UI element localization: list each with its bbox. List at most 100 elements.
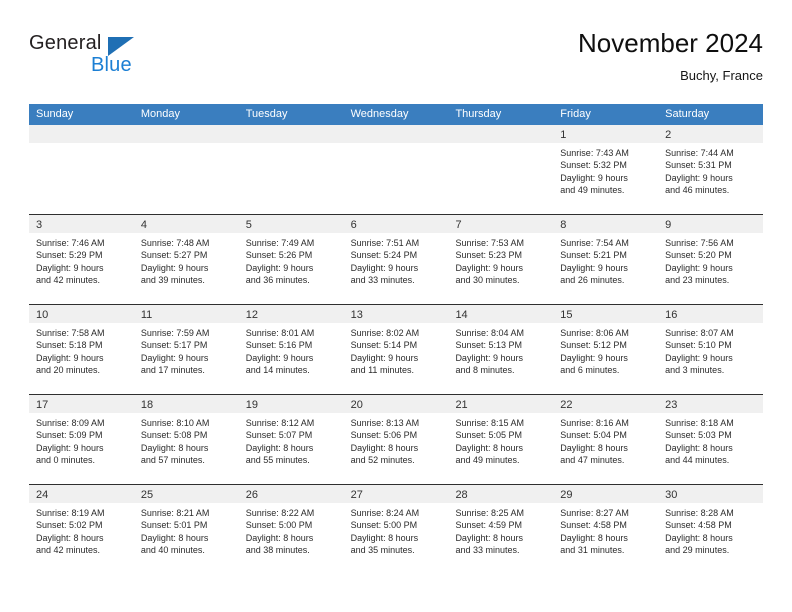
sunrise-text: Sunrise: 7:56 AM bbox=[665, 238, 734, 248]
day-cell[interactable]: 23 Sunrise: 8:18 AM Sunset: 5:03 PM Dayligh… bbox=[658, 395, 764, 484]
sunrise-text: Sunrise: 8:19 AM bbox=[36, 508, 105, 518]
day-number: 30 bbox=[665, 489, 678, 501]
day-cell[interactable]: 2 Sunrise: 7:44 AM Sunset: 5:31 PM Daylight… bbox=[658, 125, 764, 214]
day-info: Sunrise: 7:59 AM Sunset: 5:17 PM Daylight:… bbox=[134, 323, 239, 377]
day-cell[interactable]: 10 Sunrise: 7:58 AM Sunset: 5:18 PM Dayligh… bbox=[29, 305, 134, 394]
general-blue-logo[interactable]: General Blue bbox=[29, 32, 169, 88]
day-cell[interactable]: 21 Sunrise: 8:15 AM Sunset: 5:05 PM Dayligh… bbox=[448, 395, 554, 484]
weekday-header-sunday: Sunday bbox=[36, 108, 74, 120]
day-cell[interactable]: 16 Sunrise: 8:07 AM Sunset: 5:10 PM Dayligh… bbox=[658, 305, 764, 394]
day-number: 15 bbox=[560, 309, 573, 321]
day-cell[interactable]: 27 Sunrise: 8:24 AM Sunset: 5:00 PM Dayligh… bbox=[343, 485, 449, 574]
day-info: Sunrise: 8:12 AM Sunset: 5:07 PM Daylight:… bbox=[239, 413, 344, 467]
day-number-band: 1 bbox=[553, 125, 659, 143]
day-number: 11 bbox=[140, 309, 153, 321]
day-cell[interactable]: 7 Sunrise: 7:53 AM Sunset: 5:23 PM Daylight… bbox=[448, 215, 554, 304]
daylight-text-line1: Daylight: 9 hours bbox=[36, 352, 104, 363]
day-cell[interactable]: 9 Sunrise: 7:56 AM Sunset: 5:20 PM Daylight… bbox=[658, 215, 764, 304]
daylight-text-line2: and 46 minutes. bbox=[665, 185, 730, 196]
day-number-band bbox=[343, 125, 449, 143]
day-cell[interactable]: 8 Sunrise: 7:54 AM Sunset: 5:21 PM Daylight… bbox=[553, 215, 659, 304]
day-cell[interactable]: 5 Sunrise: 7:49 AM Sunset: 5:26 PM Daylight… bbox=[238, 215, 344, 304]
day-cell[interactable]: 28 Sunrise: 8:25 AM Sunset: 4:59 PM Dayligh… bbox=[448, 485, 554, 574]
daylight-text-line2: and 6 minutes. bbox=[560, 365, 620, 376]
sunrise-text: Sunrise: 8:10 AM bbox=[140, 418, 210, 428]
day-cell[interactable]: 1 Sunrise: 7:43 AM Sunset: 5:32 PM Daylight… bbox=[553, 125, 659, 214]
day-number: 13 bbox=[350, 309, 363, 321]
daylight-text-line1: Daylight: 8 hours bbox=[665, 442, 733, 453]
day-cell[interactable]: 4 Sunrise: 7:48 AM Sunset: 5:27 PM Daylight… bbox=[133, 215, 239, 304]
day-info: Sunrise: 8:04 AM Sunset: 5:13 PM Daylight:… bbox=[448, 323, 553, 377]
day-number: 7 bbox=[455, 219, 462, 231]
daylight-text-line1: Daylight: 9 hours bbox=[560, 352, 628, 363]
day-cell[interactable]: 29 Sunrise: 8:27 AM Sunset: 4:58 PM Dayligh… bbox=[553, 485, 659, 574]
sunset-text: Sunset: 5:14 PM bbox=[350, 340, 418, 351]
daylight-text-line2: and 11 minutes. bbox=[350, 365, 414, 376]
daylight-text-line1: Daylight: 9 hours bbox=[665, 352, 733, 363]
sunset-text: Sunset: 4:58 PM bbox=[560, 520, 627, 531]
daylight-text-line1: Daylight: 8 hours bbox=[560, 532, 628, 543]
sunrise-text: Sunrise: 8:21 AM bbox=[140, 508, 210, 518]
day-number: 23 bbox=[665, 399, 678, 411]
day-info: Sunrise: 7:48 AM Sunset: 5:27 PM Daylight:… bbox=[134, 233, 239, 287]
day-cell-empty bbox=[133, 125, 239, 214]
daylight-text-line1: Daylight: 9 hours bbox=[455, 352, 523, 363]
weekday-header-saturday: Saturday bbox=[665, 108, 710, 120]
day-number: 6 bbox=[350, 219, 357, 231]
day-number: 22 bbox=[560, 399, 573, 411]
day-cell[interactable]: 18 Sunrise: 8:10 AM Sunset: 5:08 PM Dayligh… bbox=[133, 395, 239, 484]
day-number: 9 bbox=[665, 219, 672, 231]
sunset-text: Sunset: 5:06 PM bbox=[350, 430, 418, 441]
day-cell[interactable]: 26 Sunrise: 8:22 AM Sunset: 5:00 PM Dayligh… bbox=[238, 485, 344, 574]
daylight-text-line2: and 39 minutes. bbox=[140, 275, 205, 286]
day-cell[interactable]: 6 Sunrise: 7:51 AM Sunset: 5:24 PM Daylight… bbox=[343, 215, 449, 304]
day-number-band bbox=[448, 125, 554, 143]
day-number-band: 30 bbox=[658, 485, 764, 503]
daylight-text-line1: Daylight: 9 hours bbox=[36, 442, 104, 453]
day-cell[interactable]: 12 Sunrise: 8:01 AM Sunset: 5:16 PM Dayligh… bbox=[238, 305, 344, 394]
calendar-week-row: 1 Sunrise: 7:43 AM Sunset: 5:32 PM Daylight… bbox=[29, 125, 764, 214]
daylight-text-line2: and 14 minutes. bbox=[245, 365, 310, 376]
daylight-text-line1: Daylight: 8 hours bbox=[455, 442, 523, 453]
day-cell[interactable]: 17 Sunrise: 8:09 AM Sunset: 5:09 PM Dayligh… bbox=[29, 395, 134, 484]
daylight-text-line2: and 3 minutes. bbox=[665, 365, 725, 376]
daylight-text-line1: Daylight: 9 hours bbox=[560, 172, 628, 183]
day-cell[interactable]: 20 Sunrise: 8:13 AM Sunset: 5:06 PM Dayligh… bbox=[343, 395, 449, 484]
day-number-band: 20 bbox=[343, 395, 449, 413]
day-info: Sunrise: 8:13 AM Sunset: 5:06 PM Daylight:… bbox=[344, 413, 449, 467]
day-number-band: 15 bbox=[553, 305, 659, 323]
daylight-text-line2: and 33 minutes. bbox=[455, 545, 520, 556]
day-cell[interactable]: 11 Sunrise: 7:59 AM Sunset: 5:17 PM Dayligh… bbox=[133, 305, 239, 394]
page-header: General Blue November 2024 Buchy, France bbox=[29, 28, 763, 98]
title-block: November 2024 Buchy, France bbox=[578, 28, 763, 83]
day-cell[interactable]: 25 Sunrise: 8:21 AM Sunset: 5:01 PM Dayligh… bbox=[133, 485, 239, 574]
day-cell[interactable]: 24 Sunrise: 8:19 AM Sunset: 5:02 PM Dayligh… bbox=[29, 485, 134, 574]
day-cell[interactable]: 15 Sunrise: 8:06 AM Sunset: 5:12 PM Dayligh… bbox=[553, 305, 659, 394]
logo-text-blue: Blue bbox=[91, 54, 132, 76]
day-number: 4 bbox=[140, 219, 147, 231]
day-info: Sunrise: 8:02 AM Sunset: 5:14 PM Daylight:… bbox=[344, 323, 449, 377]
day-number-band: 26 bbox=[238, 485, 344, 503]
daylight-text-line2: and 29 minutes. bbox=[665, 545, 730, 556]
day-cell[interactable]: 14 Sunrise: 8:04 AM Sunset: 5:13 PM Dayligh… bbox=[448, 305, 554, 394]
calendar-week-row: 10 Sunrise: 7:58 AM Sunset: 5:18 PM Dayligh… bbox=[29, 304, 764, 394]
day-cell[interactable]: 3 Sunrise: 7:46 AM Sunset: 5:29 PM Daylight… bbox=[29, 215, 134, 304]
sunrise-text: Sunrise: 8:18 AM bbox=[665, 418, 734, 428]
daylight-text-line2: and 49 minutes. bbox=[455, 455, 520, 466]
sunrise-text: Sunrise: 7:53 AM bbox=[455, 238, 524, 248]
day-cell[interactable]: 19 Sunrise: 8:12 AM Sunset: 5:07 PM Dayligh… bbox=[238, 395, 344, 484]
day-cell[interactable]: 22 Sunrise: 8:16 AM Sunset: 5:04 PM Dayligh… bbox=[553, 395, 659, 484]
sunset-text: Sunset: 5:02 PM bbox=[36, 520, 103, 531]
page-title: November 2024 bbox=[578, 28, 763, 58]
sunset-text: Sunset: 4:58 PM bbox=[665, 520, 732, 531]
daylight-text-line2: and 33 minutes. bbox=[350, 275, 415, 286]
day-info: Sunrise: 7:58 AM Sunset: 5:18 PM Daylight:… bbox=[29, 323, 134, 377]
day-number-band: 27 bbox=[343, 485, 449, 503]
daylight-text-line1: Daylight: 9 hours bbox=[350, 352, 419, 363]
day-info: Sunrise: 7:44 AM Sunset: 5:31 PM Daylight:… bbox=[658, 143, 763, 197]
day-cell[interactable]: 13 Sunrise: 8:02 AM Sunset: 5:14 PM Dayligh… bbox=[343, 305, 449, 394]
day-cell[interactable]: 30 Sunrise: 8:28 AM Sunset: 4:58 PM Dayligh… bbox=[658, 485, 764, 574]
day-info: Sunrise: 8:18 AM Sunset: 5:03 PM Daylight:… bbox=[658, 413, 763, 467]
sunset-text: Sunset: 5:24 PM bbox=[350, 250, 418, 261]
sunset-text: Sunset: 5:01 PM bbox=[140, 520, 208, 531]
